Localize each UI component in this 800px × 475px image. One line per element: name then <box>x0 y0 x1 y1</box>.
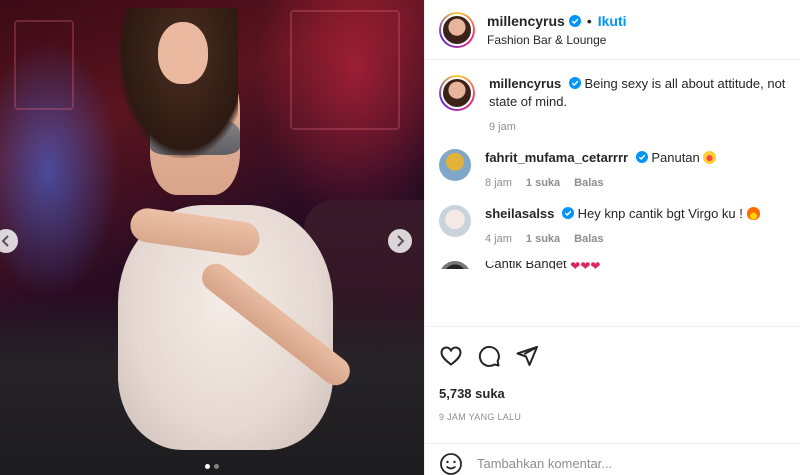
comment-text: Panutan <box>651 150 700 165</box>
share-icon[interactable] <box>515 344 539 368</box>
reply-button[interactable]: Balas <box>574 233 603 245</box>
fire-emoji-icon <box>746 207 760 220</box>
location-link[interactable]: Fashion Bar & Lounge <box>487 33 627 47</box>
verified-badge-icon <box>635 151 648 163</box>
emoji-icon[interactable] <box>439 452 463 475</box>
like-count[interactable]: 5,738 suka <box>439 386 505 401</box>
comments-list[interactable]: millencyrus Being sexy is all about atti… <box>425 61 800 326</box>
follow-button[interactable]: Ikuti <box>598 13 627 29</box>
photo-wall-panel <box>290 10 400 130</box>
comment-time: 4 jam <box>485 233 512 245</box>
comment-item: sheilasalss Hey knp cantik bgt Virgo ku … <box>439 205 786 245</box>
comment-item: fahrit_mufama_cetarrrr Panutan 8 jam 1 s… <box>439 149 786 189</box>
avatar[interactable] <box>439 261 471 269</box>
separator: • <box>586 12 592 29</box>
post-timestamp: 9 JAM YANG LALU <box>439 412 522 422</box>
caption-username[interactable]: millencyrus <box>489 76 561 91</box>
comment-text: Cantik Banget <box>485 261 567 269</box>
verified-badge-icon <box>568 14 581 27</box>
comment-input[interactable] <box>477 456 757 471</box>
avatar[interactable] <box>439 11 475 48</box>
avatar[interactable] <box>439 75 475 111</box>
carousel-dot <box>205 464 210 469</box>
comment-likes[interactable]: 1 suka <box>526 177 560 189</box>
comment-icon[interactable] <box>477 344 501 368</box>
next-slide-button[interactable] <box>388 229 412 253</box>
post-photo[interactable] <box>0 0 424 475</box>
avatar[interactable] <box>439 149 471 181</box>
photo-wall-panel <box>14 20 74 110</box>
reply-button[interactable]: Balas <box>574 177 603 189</box>
avatar[interactable] <box>439 205 471 237</box>
add-comment-bar <box>425 443 800 475</box>
post-header: millencyrus • Ikuti Fashion Bar & Lounge <box>425 0 800 60</box>
caption: millencyrus Being sexy is all about atti… <box>439 75 786 133</box>
heart-emoji-icon: ❤❤❤ <box>570 261 601 269</box>
action-bar <box>425 326 800 384</box>
comment-text: Hey knp cantik bgt Virgo ku ! <box>577 206 743 221</box>
carousel-dot <box>214 464 219 469</box>
comment-username[interactable]: fahrit_mufama_cetarrrr <box>485 150 628 165</box>
verified-badge-icon <box>568 77 581 89</box>
comment-item: Cantik Banget ❤❤❤ <box>439 261 786 269</box>
comment-time: 8 jam <box>485 177 512 189</box>
carousel-indicator <box>0 464 424 469</box>
photo-figure-face <box>158 22 208 84</box>
verified-badge-icon <box>562 207 575 219</box>
chevron-right-icon <box>397 235 405 247</box>
instagram-post: millencyrus • Ikuti Fashion Bar & Lounge… <box>0 0 800 475</box>
comment-username[interactable]: sheilasalss <box>485 206 554 221</box>
star-struck-emoji-icon <box>703 151 717 164</box>
chevron-left-icon <box>1 235 9 247</box>
username[interactable]: millencyrus <box>487 13 565 29</box>
heart-icon[interactable] <box>439 344 463 368</box>
post-sidebar: millencyrus • Ikuti Fashion Bar & Lounge… <box>424 0 800 475</box>
caption-time: 9 jam <box>489 121 516 133</box>
comment-likes[interactable]: 1 suka <box>526 233 560 245</box>
